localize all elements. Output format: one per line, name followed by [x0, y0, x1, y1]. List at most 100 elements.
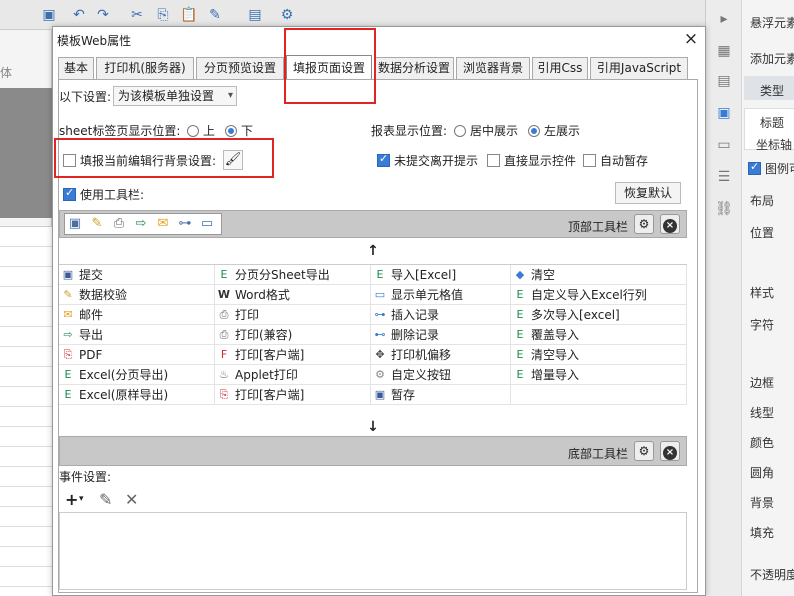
btn-clear[interactable]: ◆ 清空: [511, 265, 687, 285]
delete-icon[interactable]: ✕: [125, 490, 138, 509]
event-list-area[interactable]: [59, 512, 687, 590]
copy-icon[interactable]: ⎘: [154, 6, 172, 24]
insert-record-icon[interactable]: ⊶: [176, 215, 194, 233]
tab-browser-bg[interactable]: 浏览器背景: [456, 57, 530, 79]
template-icon[interactable]: ▤: [246, 6, 264, 24]
btn-overwrite-import[interactable]: E 覆盖导入: [511, 325, 687, 345]
list-icon[interactable]: ☰: [715, 168, 733, 186]
expand-icon[interactable]: ▸: [715, 10, 733, 28]
show-control-checkbox[interactable]: 直接显示控件: [487, 152, 576, 169]
gear-icon[interactable]: ⚙: [634, 441, 654, 461]
edit-icon[interactable]: ✎: [99, 490, 112, 509]
btn-excel-page-export[interactable]: E Excel(分页导出): [59, 365, 215, 385]
report-left-radio[interactable]: 左展示: [528, 122, 580, 139]
cell-attr-icon[interactable]: ▦: [715, 42, 733, 60]
btn-submit[interactable]: ▣ 提交: [59, 265, 215, 285]
verify-icon[interactable]: ✎: [88, 215, 106, 233]
toolbar-icon-strip: ▣ ✎ ⎙ ⇨ ✉ ⊶ ▭: [64, 213, 222, 235]
btn-print[interactable]: ⎙ 打印: [215, 305, 371, 325]
btn-export[interactable]: ⇨ 导出: [59, 325, 215, 345]
background-label: 背景: [750, 496, 775, 510]
btn-clear-import[interactable]: E 清空导入: [511, 345, 687, 365]
java-icon: ♨: [219, 368, 229, 381]
setting-label: 以下设置:: [59, 90, 112, 104]
btn-multi-import[interactable]: E 多次导入[excel]: [511, 305, 687, 325]
right-panel: ▸ ▦ ▤ ▣ ▭ ☰ ⛓ 悬浮元素 添加元素 类型 标题 坐标轴 图例可 布局…: [705, 0, 794, 596]
paint-bucket-icon[interactable]: 🖌: [223, 150, 243, 170]
btn-validate[interactable]: ✎ 数据校验: [59, 285, 215, 305]
btn-page-sheet-export[interactable]: E 分页分Sheet导出: [215, 265, 371, 285]
btn-import-excel[interactable]: E 导入[Excel]: [371, 265, 511, 285]
tab-javascript[interactable]: 引用JavaScript: [590, 57, 688, 79]
excel-icon: E: [516, 288, 524, 301]
undo-icon[interactable]: ↶: [70, 6, 88, 24]
autosave-checkbox[interactable]: 自动暂存: [583, 152, 648, 169]
save-icon[interactable]: ▣: [66, 215, 84, 233]
arrow-down-icon[interactable]: ↓: [59, 416, 687, 438]
excel-icon: E: [516, 348, 524, 361]
add-element-label[interactable]: 添加元素: [750, 50, 794, 67]
btn-excel-original-export[interactable]: E Excel(原样导出): [59, 385, 215, 405]
axis-tab[interactable]: 坐标轴: [756, 136, 792, 153]
type-label[interactable]: 类型: [760, 82, 784, 99]
btn-email[interactable]: ✉ 邮件: [59, 305, 215, 325]
btn-incremental-import[interactable]: E 增量导入: [511, 365, 687, 385]
restore-default-button[interactable]: 恢复默认: [615, 182, 681, 204]
email-icon[interactable]: ✉: [154, 215, 172, 233]
gear-icon[interactable]: ⚙: [634, 214, 654, 234]
setting-select[interactable]: 为该模板单独设置 ▾: [113, 86, 237, 106]
btn-word-format[interactable]: W Word格式: [215, 285, 371, 305]
btn-pdf[interactable]: ⎘ PDF: [59, 345, 215, 365]
print-icon[interactable]: ⎙: [110, 215, 128, 233]
close-icon[interactable]: ×: [683, 29, 699, 49]
legend-visible-checkbox[interactable]: 图例可: [748, 160, 794, 177]
web-attr-icon[interactable]: ⚙: [278, 6, 296, 24]
btn-print-client-pdf[interactable]: ⎘ 打印[客户端]: [215, 385, 371, 405]
use-toolbar-checkbox[interactable]: 使用工具栏:: [63, 186, 144, 203]
tab-basic[interactable]: 基本: [58, 57, 94, 79]
tab-css[interactable]: 引用Css: [532, 57, 588, 79]
arrow-up-icon[interactable]: ↑: [59, 240, 687, 262]
export-icon[interactable]: ⇨: [132, 215, 150, 233]
tab-printer-server[interactable]: 打印机(服务器): [96, 57, 194, 79]
condition-icon[interactable]: ▭: [715, 136, 733, 154]
btn-delete-record[interactable]: ⊷ 删除记录: [371, 325, 511, 345]
unsubmitted-prompt-checkbox[interactable]: 未提交离开提示: [377, 152, 478, 169]
btn-insert-record[interactable]: ⊶ 插入记录: [371, 305, 511, 325]
cut-icon[interactable]: ✂: [128, 6, 146, 24]
add-icon[interactable]: +: [65, 490, 78, 509]
display-cell-icon[interactable]: ▭: [198, 215, 216, 233]
remove-toolbar-icon[interactable]: ×: [660, 214, 680, 234]
widget-icon[interactable]: ▤: [715, 72, 733, 90]
chevron-down-icon[interactable]: ▾: [79, 494, 84, 504]
btn-show-cell-value[interactable]: ▭ 显示单元格值: [371, 285, 511, 305]
title-tab[interactable]: 标题: [760, 114, 784, 131]
btn-print-compat[interactable]: ⎙ 打印(兼容): [215, 325, 371, 345]
tab-fill-page[interactable]: 填报页面设置: [286, 55, 372, 79]
save-icon[interactable]: ▣: [40, 6, 58, 24]
export-icon: ⇨: [63, 328, 73, 341]
chart-attr-icon[interactable]: ▣: [715, 104, 733, 122]
report-center-radio[interactable]: 居中展示: [454, 122, 518, 139]
sheet-grid: [0, 226, 52, 596]
position-label: 位置: [750, 226, 775, 240]
redo-icon[interactable]: ↷: [94, 6, 112, 24]
temp-save-icon: ▣: [374, 388, 386, 401]
link-icon[interactable]: ⛓: [715, 200, 733, 218]
remove-toolbar-icon[interactable]: ×: [660, 441, 680, 461]
cell-icon: ▭: [374, 288, 386, 301]
btn-printer-offset[interactable]: ✥ 打印机偏移: [371, 345, 511, 365]
btn-custom-button[interactable]: ⚙ 自定义按钮: [371, 365, 511, 385]
paste-icon[interactable]: 📋: [180, 6, 198, 24]
tab-data-analysis[interactable]: 数据分析设置: [374, 57, 454, 79]
btn-temp-save[interactable]: ▣ 暂存: [371, 385, 511, 405]
btn-custom-import[interactable]: E 自定义导入Excel行列: [511, 285, 687, 305]
format-painter-icon[interactable]: ✎: [206, 6, 224, 24]
tab-page-preview[interactable]: 分页预览设置: [196, 57, 284, 79]
sheet-position-down-radio[interactable]: 下: [225, 122, 253, 139]
btn-print-client[interactable]: F 打印[客户端]: [215, 345, 371, 365]
tab-bar: 基本 打印机(服务器) 分页预览设置 填报页面设置 数据分析设置 浏览器背景 引…: [58, 55, 698, 79]
btn-applet-print[interactable]: ♨ Applet打印: [215, 365, 371, 385]
fill-bg-checkbox[interactable]: 填报当前编辑行背景设置:: [63, 152, 216, 169]
sheet-position-up-radio[interactable]: 上: [187, 122, 215, 139]
